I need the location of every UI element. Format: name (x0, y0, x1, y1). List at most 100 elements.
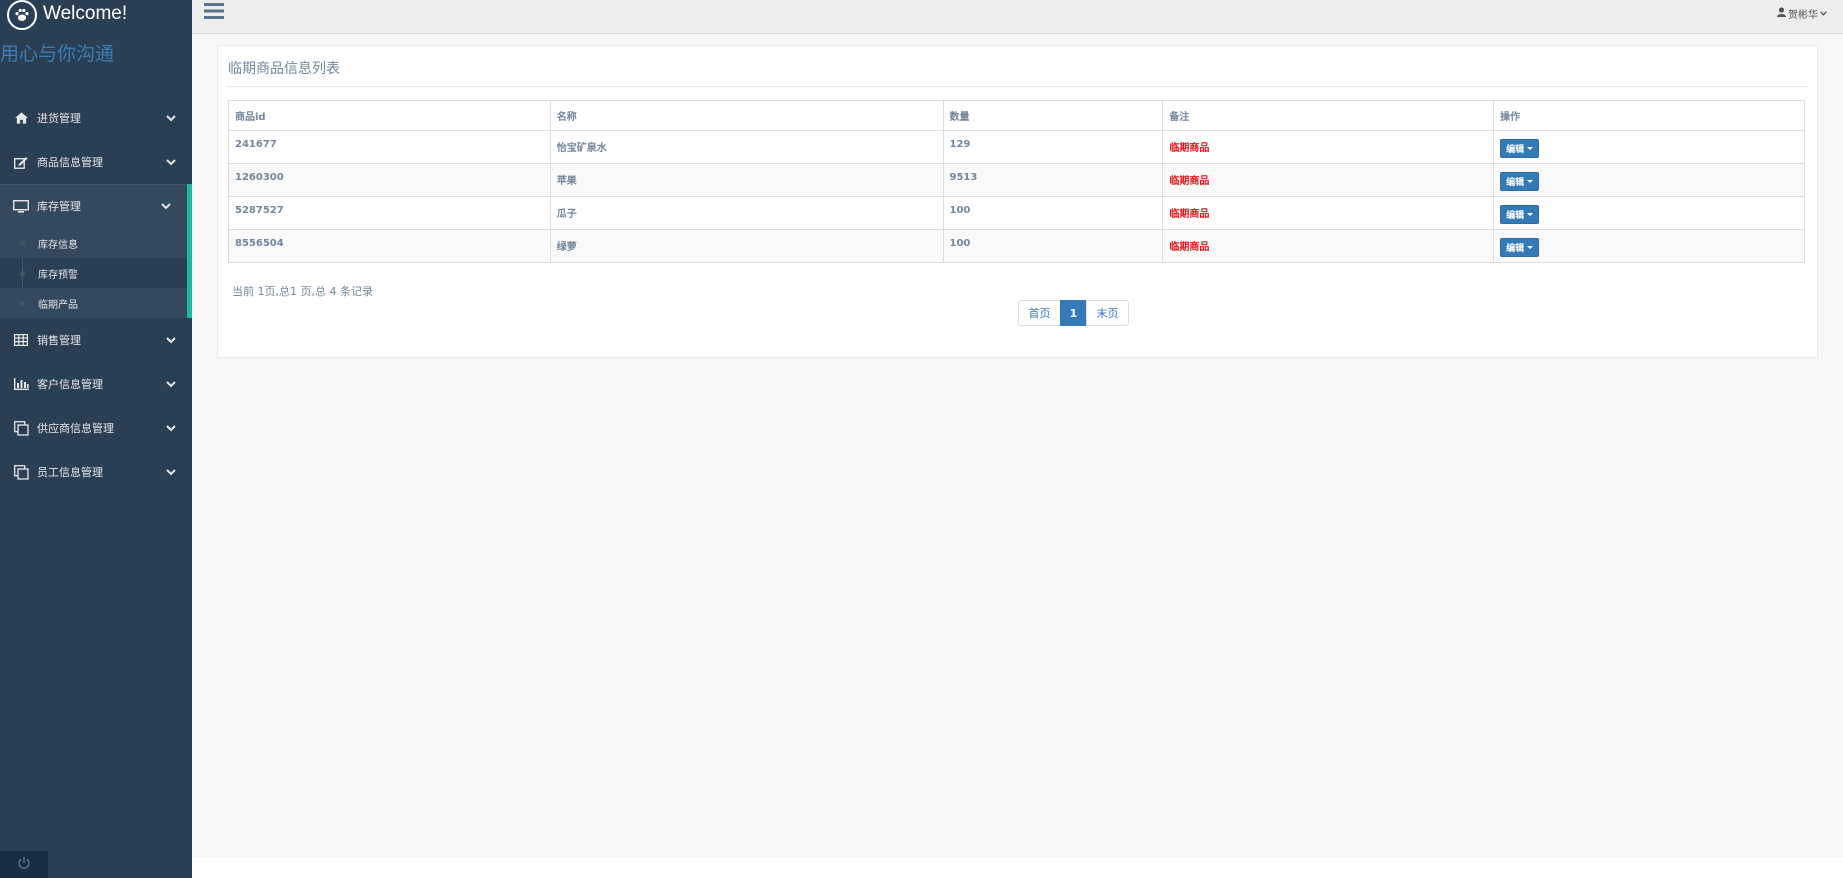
chevron-down-icon (166, 334, 176, 347)
clone-icon (12, 464, 30, 480)
edit-icon (12, 155, 30, 169)
cell-quantity: 100 (942, 229, 1164, 263)
sidebar-item-goods[interactable]: 商品信息管理 (0, 140, 192, 184)
column-header: 商品id (228, 100, 551, 131)
home-icon (12, 111, 30, 125)
cell-quantity: 9513 (942, 163, 1164, 197)
inventory-submenu: 库存信息 库存预警 临期产品 (0, 228, 187, 318)
logout-button[interactable] (0, 851, 48, 878)
main-content: 临期商品信息列表 商品id 名称 数量 备注 操作 241677 怡宝矿泉水 1… (192, 34, 1843, 858)
sidebar-item-label: 销售管理 (37, 334, 81, 347)
pagination-summary: 当前 1页,总1 页,总 4 条记录 (232, 285, 373, 298)
paw-icon (7, 0, 37, 30)
edit-dropdown-button[interactable]: 编辑 (1500, 139, 1540, 158)
submenu-item-stock-warning[interactable]: 库存预警 (0, 258, 187, 288)
column-header: 操作 (1493, 100, 1805, 131)
brand-title: Welcome! (43, 3, 128, 24)
table-row: 1260300 苹果 9513 临期商品 编辑 (228, 163, 1805, 197)
submenu-item-stock-info[interactable]: 库存信息 (0, 228, 187, 258)
caret-down-icon (1527, 213, 1534, 216)
column-header: 数量 (942, 100, 1164, 131)
cell-action: 编辑 (1493, 163, 1805, 197)
cell-quantity: 129 (942, 130, 1164, 164)
panel-divider (226, 86, 1809, 87)
cell-note: 临期商品 (1162, 163, 1495, 197)
chevron-down-icon (166, 466, 176, 479)
user-menu[interactable]: 贺彬华 (1777, 6, 1827, 21)
chevron-down-icon (166, 112, 176, 125)
edit-label: 编辑 (1506, 244, 1525, 254)
slogan: 用心与你沟通 (0, 43, 115, 65)
last-page-button[interactable]: 末页 (1086, 300, 1129, 326)
panel-title: 临期商品信息列表 (228, 61, 340, 77)
current-page-button[interactable]: 1 (1060, 300, 1087, 326)
column-header: 备注 (1162, 100, 1495, 131)
sidebar-item-label: 进货管理 (37, 112, 81, 125)
sidebar-item-suppliers[interactable]: 供应商信息管理 (0, 406, 192, 450)
cell-action: 编辑 (1493, 130, 1805, 164)
cell-note: 临期商品 (1162, 130, 1495, 164)
cell-action: 编辑 (1493, 229, 1805, 263)
cell-quantity: 100 (942, 196, 1164, 230)
table-row: 241677 怡宝矿泉水 129 临期商品 编辑 (228, 130, 1805, 164)
chevron-down-icon (166, 378, 176, 391)
first-page-button[interactable]: 首页 (1018, 300, 1061, 326)
sidebar-item-label: 员工信息管理 (37, 466, 103, 479)
desktop-icon (12, 199, 30, 213)
sidebar-item-employees[interactable]: 员工信息管理 (0, 450, 192, 494)
cell-note: 临期商品 (1162, 196, 1495, 230)
sidebar-item-inventory[interactable]: 库存管理 (0, 184, 187, 228)
footer (192, 858, 1843, 878)
sidebar-item-customers[interactable]: 客户信息管理 (0, 362, 192, 406)
sidebar-item-sales[interactable]: 销售管理 (0, 318, 192, 362)
edit-label: 编辑 (1506, 211, 1525, 221)
sidebar-item-purchase[interactable]: 进货管理 (0, 96, 192, 140)
power-icon (17, 856, 31, 873)
chevron-down-icon (1820, 8, 1827, 19)
user-icon (1777, 7, 1786, 20)
table-icon (12, 333, 30, 347)
caret-down-icon (1527, 180, 1534, 183)
cell-name: 瓜子 (549, 196, 944, 230)
sidebar-item-label: 客户信息管理 (37, 378, 103, 391)
pagination: 首页 1 末页 (1018, 300, 1129, 326)
brand[interactable]: Welcome! (0, 0, 192, 30)
side-menu: 进货管理 商品信息管理 库存管理 库存信息 库存预警 临期产品 销售管理 客户信… (0, 96, 192, 494)
user-name: 贺彬华 (1788, 10, 1818, 21)
top-nav: 贺彬华 (192, 0, 1843, 34)
cell-name: 怡宝矿泉水 (549, 130, 944, 164)
edit-dropdown-button[interactable]: 编辑 (1500, 238, 1540, 257)
caret-down-icon (1527, 246, 1534, 249)
sidebar-group-inventory: 库存管理 库存信息 库存预警 临期产品 (0, 184, 192, 318)
cell-goods-id: 5287527 (228, 196, 551, 230)
cell-goods-id: 8556504 (228, 229, 551, 263)
cell-name: 绿萝 (549, 229, 944, 263)
edit-dropdown-button[interactable]: 编辑 (1500, 172, 1540, 191)
submenu-item-expiring[interactable]: 临期产品 (0, 288, 187, 318)
chevron-down-icon (166, 156, 176, 169)
menu-toggle-button[interactable] (204, 2, 226, 22)
sidebar-item-label: 商品信息管理 (37, 156, 103, 169)
edit-label: 编辑 (1506, 178, 1525, 188)
cell-goods-id: 1260300 (228, 163, 551, 197)
bar-chart-icon (12, 377, 30, 391)
cell-name: 苹果 (549, 163, 944, 197)
hamburger-icon (204, 3, 224, 23)
sidebar-item-label: 库存管理 (37, 200, 81, 213)
sidebar: Welcome! 用心与你沟通 进货管理 商品信息管理 库存管理 库存信息 库存… (0, 0, 192, 878)
caret-down-icon (1527, 147, 1534, 150)
expiring-goods-table: 商品id 名称 数量 备注 操作 241677 怡宝矿泉水 129 临期商品 编… (228, 100, 1805, 263)
chevron-down-icon (161, 200, 171, 213)
cell-note: 临期商品 (1162, 229, 1495, 263)
cell-goods-id: 241677 (228, 130, 551, 164)
clone-icon (12, 420, 30, 436)
chevron-down-icon (166, 422, 176, 435)
edit-dropdown-button[interactable]: 编辑 (1500, 205, 1540, 224)
sidebar-item-label: 供应商信息管理 (37, 422, 114, 435)
edit-label: 编辑 (1506, 145, 1525, 155)
table-row: 8556504 绿萝 100 临期商品 编辑 (228, 229, 1805, 263)
table-row: 5287527 瓜子 100 临期商品 编辑 (228, 196, 1805, 230)
column-header: 名称 (549, 100, 944, 131)
expiring-goods-panel: 临期商品信息列表 商品id 名称 数量 备注 操作 241677 怡宝矿泉水 1… (217, 45, 1818, 358)
cell-action: 编辑 (1493, 196, 1805, 230)
